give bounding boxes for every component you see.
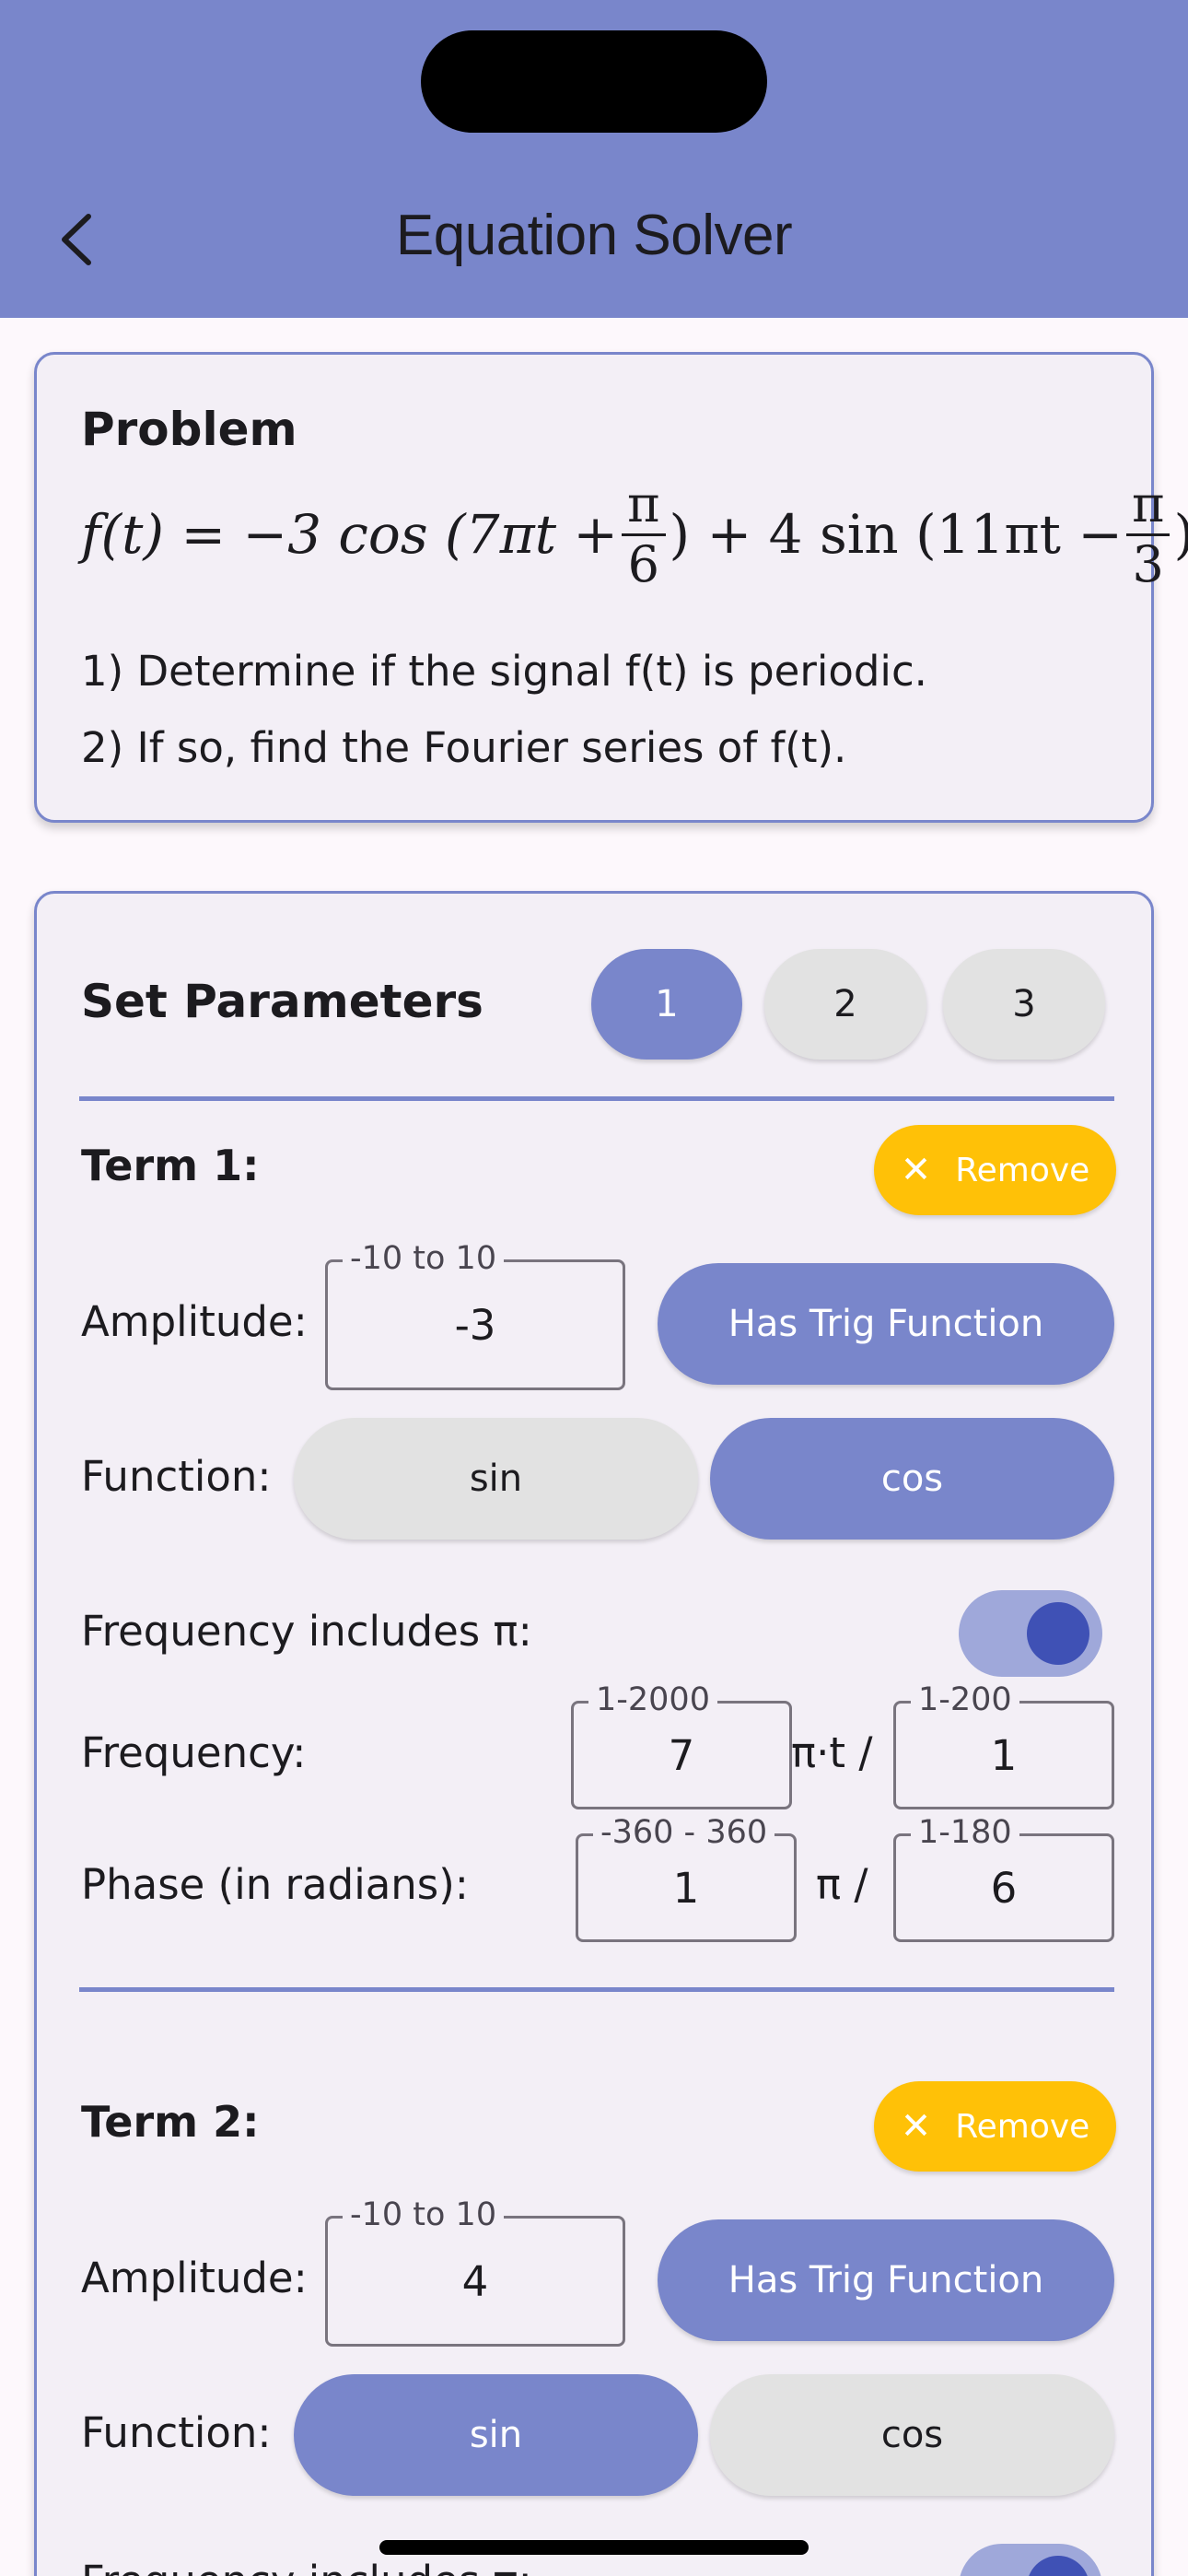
remove-term-2-button[interactable]: ✕ Remove <box>874 2081 1116 2172</box>
close-icon: ✕ <box>900 1149 932 1191</box>
equation-fraction-1: π 6 <box>622 475 666 593</box>
amplitude-value: -3 <box>454 1300 496 1350</box>
fraction-2-numerator: π <box>1125 475 1171 536</box>
frequency-divisor-hint: 1-200 <box>911 1680 1019 1720</box>
problem-question-2: 2) If so, find the Fourier series of f(t… <box>81 723 847 772</box>
frequency-pi-toggle[interactable] <box>959 2544 1102 2576</box>
term-2-label: Term 2: <box>81 2097 260 2147</box>
toggle-knob <box>1027 1602 1089 1665</box>
page-button-1[interactable]: 1 <box>591 949 742 1060</box>
fraction-1-denominator: 6 <box>627 534 659 593</box>
amplitude-input[interactable]: -10 to 10 -3 <box>325 1238 625 1390</box>
phase-divisor-value: 6 <box>990 1863 1018 1913</box>
function-label: Function: <box>81 1452 272 1501</box>
page-button-3[interactable]: 3 <box>943 949 1105 1060</box>
amplitude-hint: -10 to 10 <box>343 2195 505 2235</box>
term-1-label: Term 1: <box>81 1141 260 1190</box>
equation-fraction-2: π 3 <box>1125 475 1171 593</box>
equation-mid: ) + 4 sin (11πt − <box>669 503 1123 566</box>
problem-card: Problem f(t) = −3 cos (7πt + π 6 ) + 4 s… <box>34 352 1188 823</box>
equation-lhs: f(t) = −3 cos (7πt + <box>81 503 619 566</box>
phase-label: Phase (in radians): <box>81 1860 469 1909</box>
problem-equation: f(t) = −3 cos (7πt + π 6 ) + 4 sin (11πt… <box>81 474 1188 594</box>
divider <box>79 1096 1114 1101</box>
parameters-heading: Set Parameters <box>81 975 483 1028</box>
phase-divisor-hint: 1-180 <box>911 1812 1019 1853</box>
close-icon: ✕ <box>900 2105 932 2148</box>
parameters-card: Set Parameters 1 2 3 Term 1: ✕ Remove Am… <box>34 891 1154 2576</box>
phase-value: 1 <box>672 1863 700 1913</box>
problem-heading: Problem <box>81 403 297 456</box>
frequency-pi-label: Frequency includes π: <box>81 2557 532 2576</box>
frequency-input[interactable]: 1-2000 7 <box>571 1680 792 1809</box>
toggle-knob <box>1027 2556 1089 2576</box>
amplitude-value: 4 <box>461 2256 489 2306</box>
phase-divisor-input[interactable]: 1-180 6 <box>893 1812 1114 1942</box>
frequency-pi-label: Frequency includes π: <box>81 1607 532 1656</box>
amplitude-label: Amplitude: <box>81 2254 308 2302</box>
has-trig-function-button[interactable]: Has Trig Function <box>658 1263 1114 1385</box>
frequency-value: 7 <box>668 1730 695 1780</box>
equation-end: ) <box>1173 503 1188 566</box>
frequency-hint: 1-2000 <box>588 1680 717 1720</box>
remove-label: Remove <box>955 2107 1090 2146</box>
phase-hint: -360 - 360 <box>593 1812 775 1853</box>
remove-label: Remove <box>955 1151 1090 1189</box>
amplitude-label: Amplitude: <box>81 1297 308 1346</box>
remove-term-1-button[interactable]: ✕ Remove <box>874 1125 1116 1215</box>
function-label: Function: <box>81 2408 272 2457</box>
function-sin-button[interactable]: sin <box>294 1418 698 1540</box>
has-trig-function-button[interactable]: Has Trig Function <box>658 2219 1114 2341</box>
frequency-separator: π·t / <box>791 1728 873 1777</box>
fraction-2-denominator: 3 <box>1132 534 1164 593</box>
dynamic-island <box>421 30 767 133</box>
app-bar: Equation Solver <box>0 0 1188 318</box>
function-sin-button[interactable]: sin <box>294 2374 698 2496</box>
amplitude-input[interactable]: -10 to 10 4 <box>325 2195 625 2347</box>
fraction-1-numerator: π <box>622 475 666 536</box>
page-title: Equation Solver <box>395 204 793 267</box>
phase-separator: π / <box>816 1860 868 1909</box>
page-button-2[interactable]: 2 <box>764 949 926 1060</box>
amplitude-hint: -10 to 10 <box>343 1238 505 1279</box>
frequency-label: Frequency: <box>81 1728 307 1777</box>
home-indicator[interactable] <box>379 2540 809 2555</box>
frequency-divisor-input[interactable]: 1-200 1 <box>893 1680 1114 1809</box>
problem-question-1: 1) Determine if the signal f(t) is perio… <box>81 647 927 696</box>
phase-input[interactable]: -360 - 360 1 <box>576 1812 797 1942</box>
frequency-divisor-value: 1 <box>990 1730 1018 1780</box>
function-cos-button[interactable]: cos <box>710 2374 1114 2496</box>
frequency-pi-toggle[interactable] <box>959 1590 1102 1677</box>
divider <box>79 1987 1114 1992</box>
function-cos-button[interactable]: cos <box>710 1418 1114 1540</box>
